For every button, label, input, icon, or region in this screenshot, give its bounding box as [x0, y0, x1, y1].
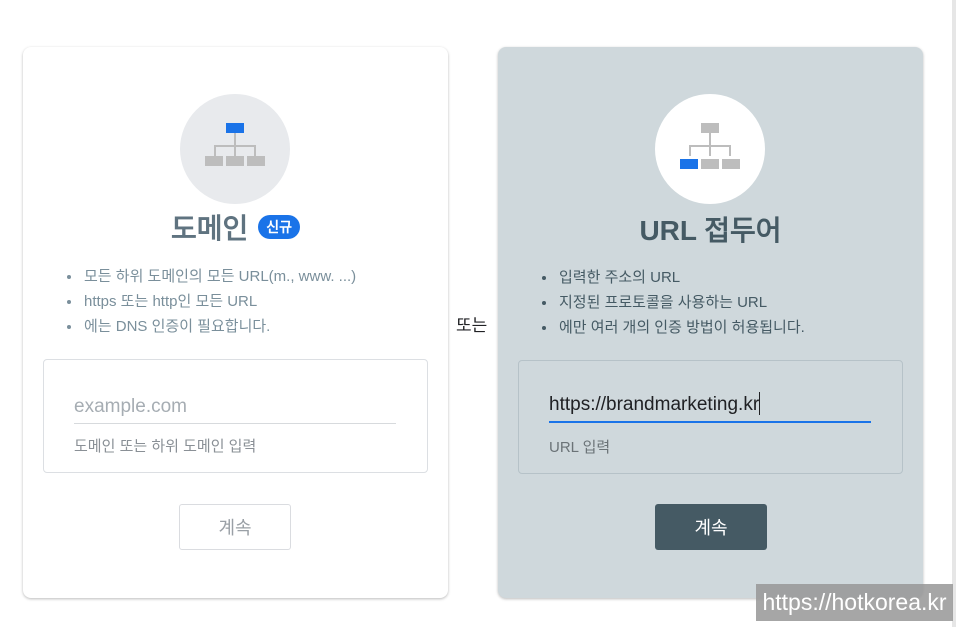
list-item: 에는 DNS 인증이 필요합니다.: [82, 314, 356, 339]
url-input[interactable]: https://brandmarketing.kr: [549, 391, 871, 423]
domain-feature-list: 모든 하위 도메인의 모든 URL(m., www. ...) https 또는…: [61, 264, 356, 339]
list-item: 모든 하위 도메인의 모든 URL(m., www. ...): [82, 264, 356, 289]
domain-property-card[interactable]: 도메인 신규 모든 하위 도메인의 모든 URL(m., www. ...) h…: [23, 47, 448, 598]
domain-title: 도메인: [170, 213, 249, 244]
domain-input-helper: 도메인 또는 하위 도메인 입력: [74, 438, 257, 455]
domain-icon-circle: [180, 94, 290, 204]
domain-continue-button[interactable]: 계속: [179, 504, 291, 550]
sitemap-icon: [680, 123, 740, 169]
text-caret: [759, 392, 761, 415]
url-input-box: https://brandmarketing.kr URL 입력: [518, 360, 903, 474]
domain-title-row: 도메인 신규: [23, 207, 448, 247]
new-badge: 신규: [258, 215, 301, 239]
page-edge-divider: [952, 0, 956, 627]
url-prefix-property-card[interactable]: URL 접두어 입력한 주소의 URL 지정된 프로토콜을 사용하는 URL 에…: [498, 47, 923, 598]
url-title-row: URL 접두어: [498, 209, 923, 249]
or-separator: 또는: [456, 316, 488, 335]
url-title: URL 접두어: [639, 215, 782, 246]
domain-input-box: example.com 도메인 또는 하위 도메인 입력: [43, 359, 428, 473]
list-item: 지정된 프로토콜을 사용하는 URL: [557, 290, 805, 315]
domain-input-placeholder: example.com: [74, 396, 187, 417]
sitemap-icon: [205, 123, 265, 166]
list-item: 에만 여러 개의 인증 방법이 허용됩니다.: [557, 315, 805, 340]
url-continue-button[interactable]: 계속: [655, 504, 767, 550]
url-input-helper: URL 입력: [549, 439, 611, 456]
url-icon-circle: [655, 94, 765, 204]
url-feature-list: 입력한 주소의 URL 지정된 프로토콜을 사용하는 URL 에만 여러 개의 …: [536, 265, 805, 340]
watermark: https://hotkorea.kr: [756, 584, 953, 621]
list-item: 입력한 주소의 URL: [557, 265, 805, 290]
domain-input[interactable]: example.com: [74, 393, 396, 424]
list-item: https 또는 http인 모든 URL: [82, 289, 356, 314]
url-input-value: https://brandmarketing.kr: [549, 394, 760, 415]
